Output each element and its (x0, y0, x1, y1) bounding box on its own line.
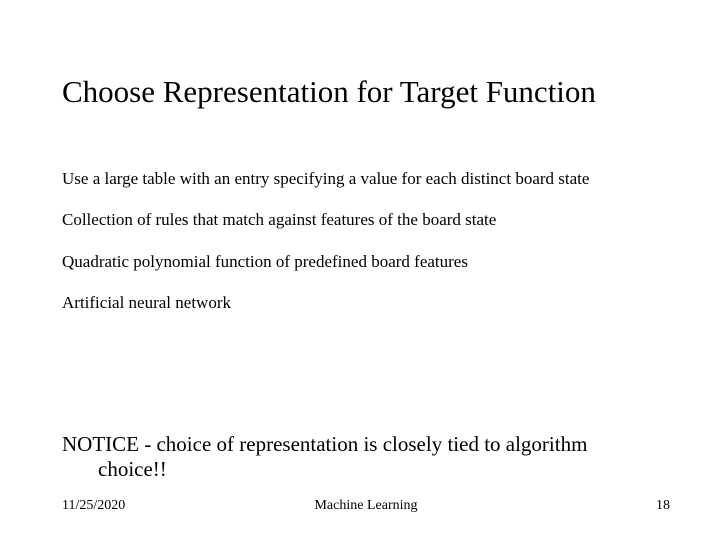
bullet-item: Quadratic polynomial function of predefi… (62, 251, 658, 272)
footer-title: Machine Learning (62, 498, 670, 514)
footer-page-number: 18 (656, 498, 670, 514)
notice-text: NOTICE - choice of representation is clo… (62, 432, 658, 482)
bullet-item: Collection of rules that match against f… (62, 209, 658, 230)
bullet-item: Use a large table with an entry specifyi… (62, 168, 658, 189)
slide-body: Use a large table with an entry specifyi… (62, 168, 658, 331)
slide: Choose Representation for Target Functio… (0, 0, 720, 540)
slide-title: Choose Representation for Target Functio… (62, 74, 670, 110)
bullet-item: Artificial neural network (62, 292, 658, 313)
